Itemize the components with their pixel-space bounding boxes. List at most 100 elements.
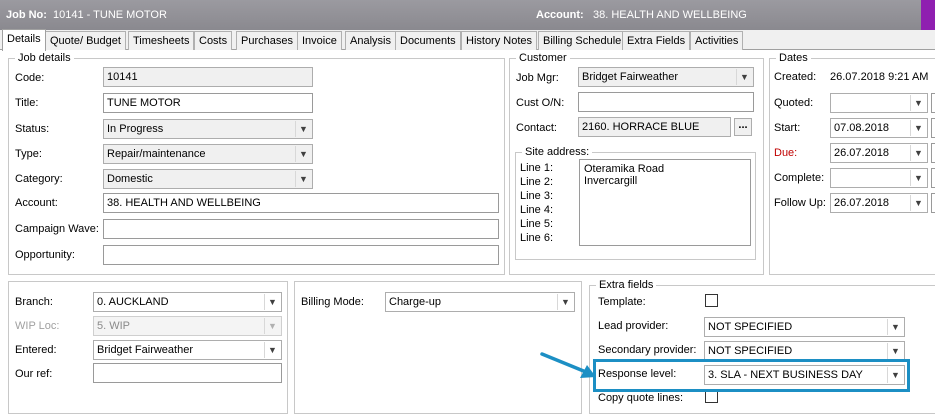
branch-label: Branch: (15, 296, 53, 308)
tab-invoice[interactable]: Invoice (297, 31, 342, 50)
complete-time-field[interactable] (931, 168, 935, 188)
opportunity-label: Opportunity: (15, 249, 75, 261)
chevron-down-icon[interactable]: ▼ (910, 145, 926, 161)
line-1-label: Line 1: (520, 162, 554, 174)
billing-mode-label: Billing Mode: (301, 296, 364, 308)
customer-group: Customer Job Mgr: Bridget Fairweather ▼ … (509, 52, 764, 275)
chevron-down-icon[interactable]: ▼ (736, 69, 752, 85)
tab-documents[interactable]: Documents (395, 31, 461, 50)
chevron-down-icon[interactable]: ▼ (264, 342, 280, 358)
quoted-label: Quoted: (774, 97, 814, 109)
created-label: Created: (774, 71, 817, 83)
job-no-value: 10141 - TUNE MOTOR (53, 9, 167, 21)
chevron-down-icon[interactable]: ▼ (910, 95, 926, 111)
address-line-2: Invercargill (584, 175, 638, 187)
our-ref-label: Our ref: (15, 368, 53, 380)
chevron-down-icon[interactable]: ▼ (295, 146, 311, 162)
account-label: Account: (15, 197, 58, 209)
tab-costs[interactable]: Costs (194, 31, 233, 50)
site-address-textarea[interactable]: Oteramika Road Invercargill (579, 159, 751, 246)
job-no-label: Job No: (6, 9, 47, 21)
campaign-wave-field[interactable] (103, 219, 499, 239)
branch-dropdown[interactable]: 0. AUCKLAND ▼ (93, 292, 282, 312)
chevron-down-icon[interactable]: ▼ (887, 343, 903, 359)
line-3-label: Line 3: (520, 190, 554, 202)
tab-history-notes[interactable]: History Notes (461, 31, 538, 50)
title-label: Title: (15, 97, 39, 109)
job-mgr-label: Job Mgr: (516, 72, 559, 84)
account-value: 38. HEALTH AND WELLBEING (593, 9, 747, 21)
chevron-down-icon[interactable]: ▼ (910, 195, 926, 211)
cust-on-field[interactable] (578, 92, 754, 112)
tab-billing-schedule[interactable]: Billing Schedule (538, 31, 627, 50)
status-dropdown[interactable]: In Progress ▼ (103, 119, 313, 139)
line-4-label: Line 4: (520, 204, 554, 216)
follow-up-label: Follow Up: (774, 197, 826, 209)
opportunity-field[interactable] (103, 245, 499, 265)
response-level-highlight (593, 359, 910, 392)
site-address-group: Site address: Line 1: Line 2: Line 3: Li… (515, 146, 756, 260)
chevron-down-icon[interactable]: ▼ (910, 120, 926, 136)
created-value: 26.07.2018 9:21 AM (830, 71, 929, 83)
contact-lookup-button[interactable]: ... (734, 118, 752, 136)
site-address-title: Site address: (522, 146, 593, 158)
billing-group: Billing Mode: Charge-up ▼ (294, 281, 582, 414)
follow-up-time-field[interactable] (931, 193, 935, 213)
chevron-down-icon[interactable]: ▼ (910, 170, 926, 186)
template-label: Template: (598, 296, 646, 308)
wip-loc-label: WIP Loc: (15, 320, 60, 332)
category-dropdown[interactable]: Domestic ▼ (103, 169, 313, 189)
job-details-group: Job details Code: 10141 Title: TUNE MOTO… (8, 52, 505, 275)
tab-quote-budget[interactable]: Quote/ Budget (45, 31, 126, 50)
due-time-field[interactable] (931, 143, 935, 163)
our-ref-field[interactable] (93, 363, 282, 383)
title-accent (921, 0, 935, 30)
chevron-down-icon[interactable]: ▼ (264, 294, 280, 310)
start-label: Start: (774, 122, 801, 134)
customer-title: Customer (516, 52, 570, 64)
entered-label: Entered: (15, 344, 57, 356)
code-field[interactable]: 10141 (103, 67, 313, 87)
contact-field[interactable]: 2160. HORRACE BLUE (578, 117, 731, 137)
copy-quote-lines-label: Copy quote lines: (598, 392, 683, 404)
job-mgr-dropdown[interactable]: Bridget Fairweather ▼ (578, 67, 754, 87)
complete-date-picker[interactable]: ▼ (830, 168, 928, 188)
quoted-time-field[interactable] (931, 93, 935, 113)
type-dropdown[interactable]: Repair/maintenance ▼ (103, 144, 313, 164)
chevron-down-icon[interactable]: ▼ (264, 318, 280, 334)
tab-timesheets[interactable]: Timesheets (128, 31, 195, 50)
code-label: Code: (15, 72, 45, 84)
chevron-down-icon[interactable]: ▼ (295, 121, 311, 137)
tab-bar: Details Quote/ Budget Timesheets Costs P… (0, 29, 935, 51)
wip-loc-dropdown[interactable]: 5. WIP ▼ (93, 316, 282, 336)
entered-dropdown[interactable]: Bridget Fairweather ▼ (93, 340, 282, 360)
tab-details[interactable]: Details (2, 29, 46, 51)
template-checkbox[interactable] (705, 294, 718, 307)
title-bar: Job No: 10141 - TUNE MOTOR Account: 38. … (0, 0, 935, 30)
chevron-down-icon[interactable]: ▼ (295, 171, 311, 187)
complete-label: Complete: (774, 172, 825, 184)
start-date-picker[interactable]: 07.08.2018 ▼ (830, 118, 928, 138)
cust-on-label: Cust O/N: (516, 97, 565, 109)
title-field[interactable]: TUNE MOTOR (103, 93, 313, 113)
line-2-label: Line 2: (520, 176, 554, 188)
tab-purchases[interactable]: Purchases (236, 31, 298, 50)
account-field[interactable]: 38. HEALTH AND WELLBEING (103, 193, 499, 213)
secondary-provider-dropdown[interactable]: NOT SPECIFIED ▼ (704, 341, 905, 361)
tab-analysis[interactable]: Analysis (345, 31, 396, 50)
dates-group: Dates Created: 26.07.2018 9:21 AM Quoted… (769, 52, 935, 275)
chevron-down-icon[interactable]: ▼ (557, 294, 573, 310)
due-label: Due: (774, 147, 798, 159)
dates-title: Dates (776, 52, 811, 64)
chevron-down-icon[interactable]: ▼ (887, 319, 903, 335)
due-date-picker[interactable]: 26.07.2018 ▼ (830, 143, 928, 163)
type-label: Type: (15, 148, 42, 160)
billing-mode-dropdown[interactable]: Charge-up ▼ (385, 292, 575, 312)
quoted-date-picker[interactable]: ▼ (830, 93, 928, 113)
lead-provider-dropdown[interactable]: NOT SPECIFIED ▼ (704, 317, 905, 337)
tab-activities[interactable]: Activities (690, 31, 744, 50)
start-time-field[interactable] (931, 118, 935, 138)
tab-extra-fields[interactable]: Extra Fields (622, 31, 691, 50)
line-5-label: Line 5: (520, 218, 554, 230)
follow-up-date-picker[interactable]: 26.07.2018 ▼ (830, 193, 928, 213)
